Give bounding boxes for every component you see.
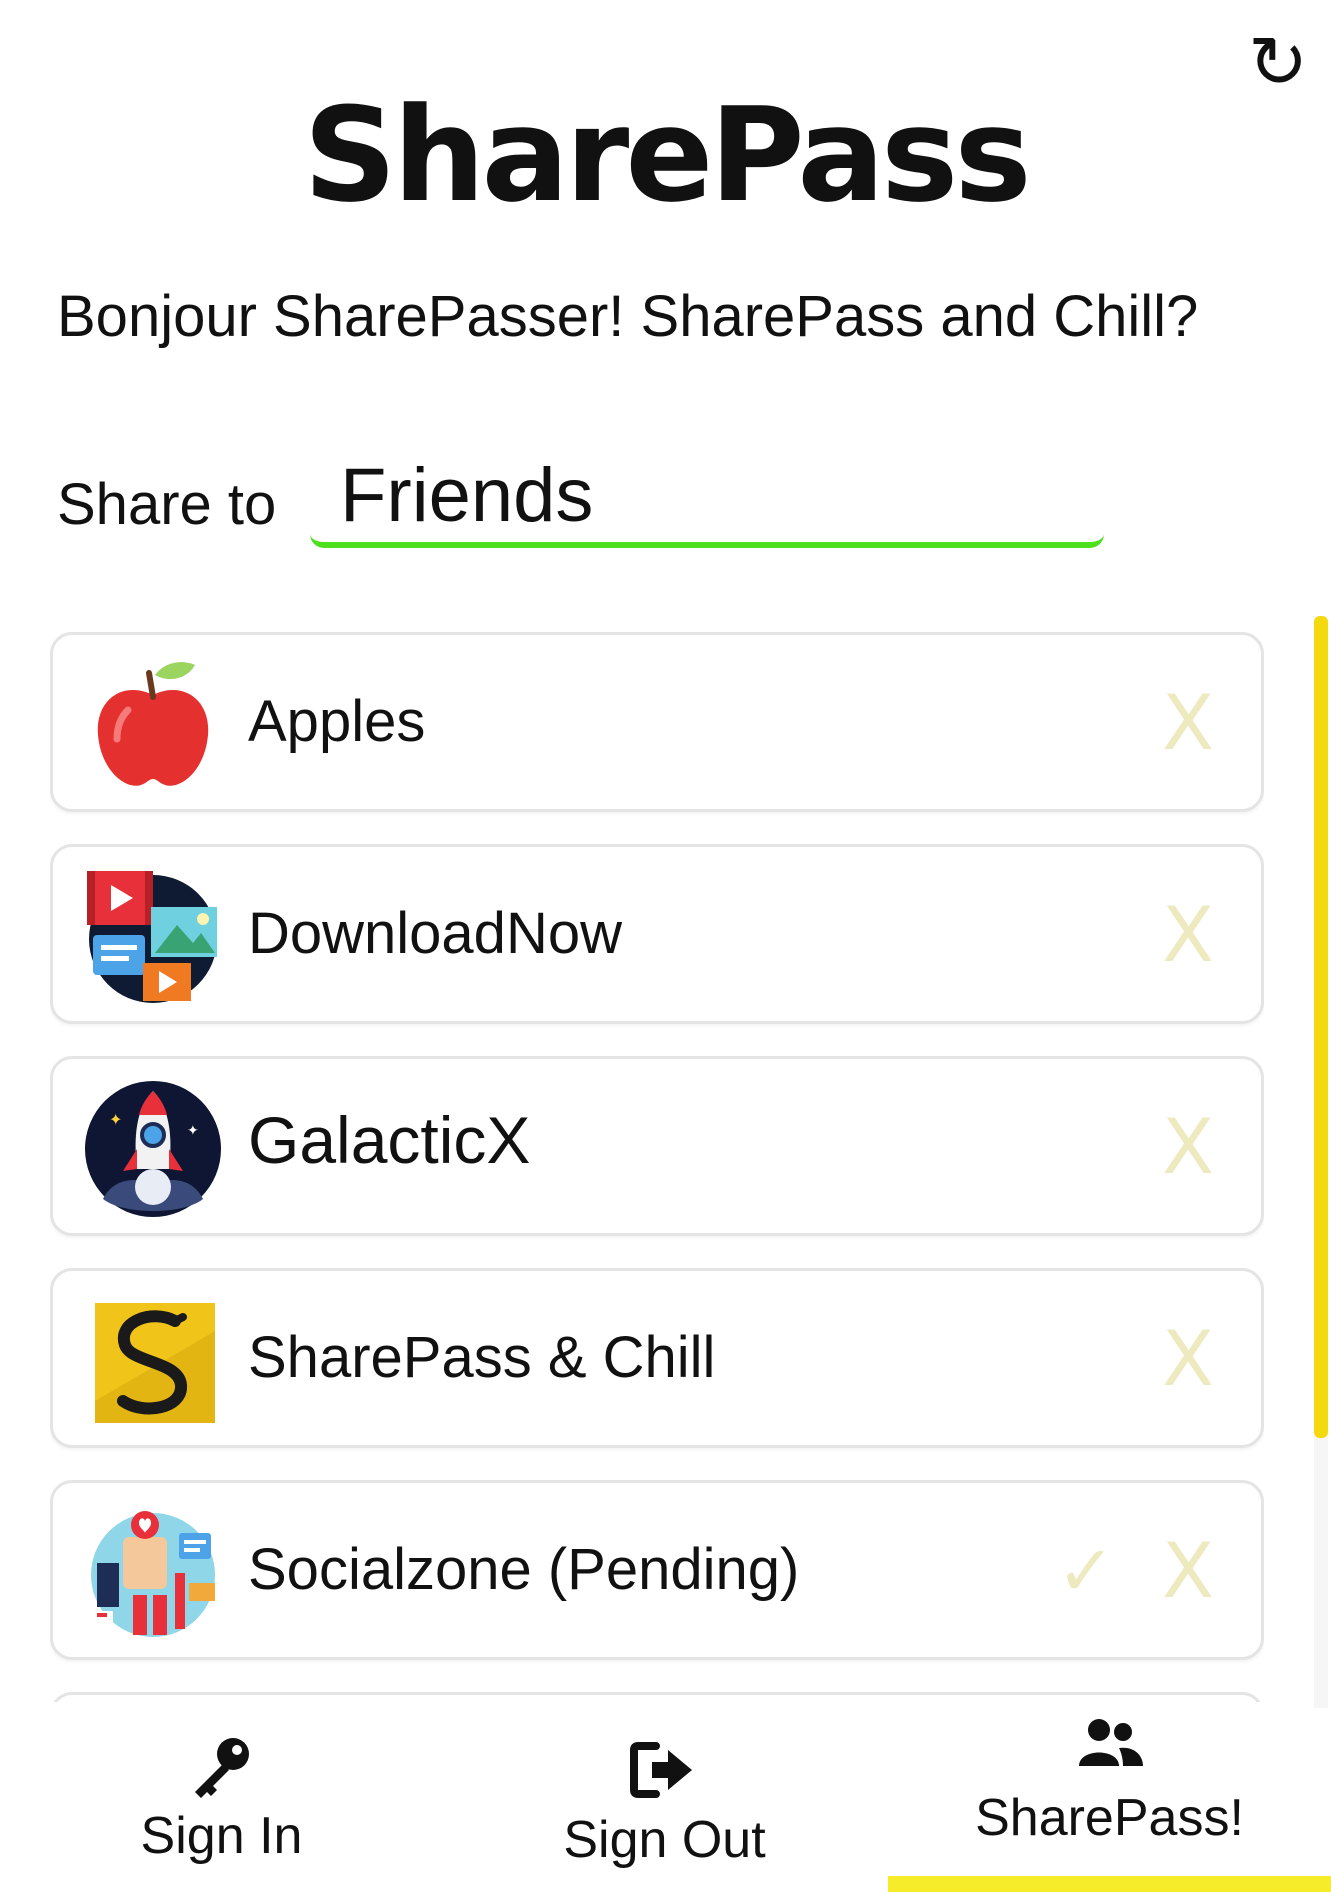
users-icon	[888, 1716, 1331, 1777]
active-tab-indicator	[888, 1876, 1331, 1892]
remove-button[interactable]: X	[1143, 1309, 1233, 1409]
rocket-icon: ✦ ✦	[83, 1079, 223, 1219]
contact-card-socialzone[interactable]: Socialzone (Pending) ✓ X	[50, 1480, 1264, 1660]
remove-button[interactable]: X	[1143, 885, 1233, 985]
contact-list: Apples X DownloadNow X ✦ ✦ GalacticX X S…	[50, 632, 1264, 1702]
media-icon	[83, 867, 223, 1007]
sharepass-logo-icon	[83, 1291, 223, 1431]
contact-name: SharePass & Chill	[248, 1325, 716, 1390]
key-icon	[0, 1732, 443, 1807]
contact-card-downloadnow[interactable]: DownloadNow X	[50, 844, 1264, 1024]
contact-card-galacticx[interactable]: ✦ ✦ GalacticX X	[50, 1056, 1264, 1236]
greeting-text: Bonjour SharePasser! SharePass and Chill…	[57, 284, 1199, 349]
share-to-label: Share to	[57, 472, 277, 537]
contact-name: GalacticX	[248, 1103, 531, 1177]
scrollbar-thumb[interactable]	[1314, 616, 1328, 1438]
accept-button[interactable]: ✓	[1041, 1521, 1131, 1621]
app-title: SharePass	[303, 79, 1031, 231]
contact-name: Apples	[248, 689, 426, 754]
contact-name: Socialzone (Pending)	[248, 1537, 800, 1602]
remove-button[interactable]: X	[1143, 1521, 1233, 1621]
contact-card-partial[interactable]	[50, 1692, 1264, 1702]
svg-text:✦: ✦	[109, 1110, 122, 1129]
contact-name: DownloadNow	[248, 901, 622, 966]
sign-out-icon	[443, 1740, 886, 1805]
remove-button[interactable]: X	[1143, 1097, 1233, 1197]
apple-icon	[83, 655, 223, 795]
remove-button[interactable]: X	[1143, 673, 1233, 773]
social-icon	[83, 1503, 223, 1643]
share-to-input[interactable]	[310, 448, 1104, 548]
contact-card-apples[interactable]: Apples X	[50, 632, 1264, 812]
nav-label: Sign Out	[563, 1811, 766, 1869]
contact-card-sharepass-chill[interactable]: SharePass & Chill X	[50, 1268, 1264, 1448]
nav-sharepass[interactable]: SharePass!	[888, 1708, 1331, 1892]
nav-sign-out[interactable]: Sign Out	[443, 1708, 886, 1892]
nav-sign-in[interactable]: Sign In	[0, 1708, 443, 1892]
nav-label: Sign In	[140, 1807, 303, 1865]
svg-text:✦: ✦	[187, 1123, 199, 1139]
bottom-nav: Sign In Sign Out SharePass!	[0, 1708, 1331, 1892]
nav-label: SharePass!	[975, 1789, 1244, 1847]
